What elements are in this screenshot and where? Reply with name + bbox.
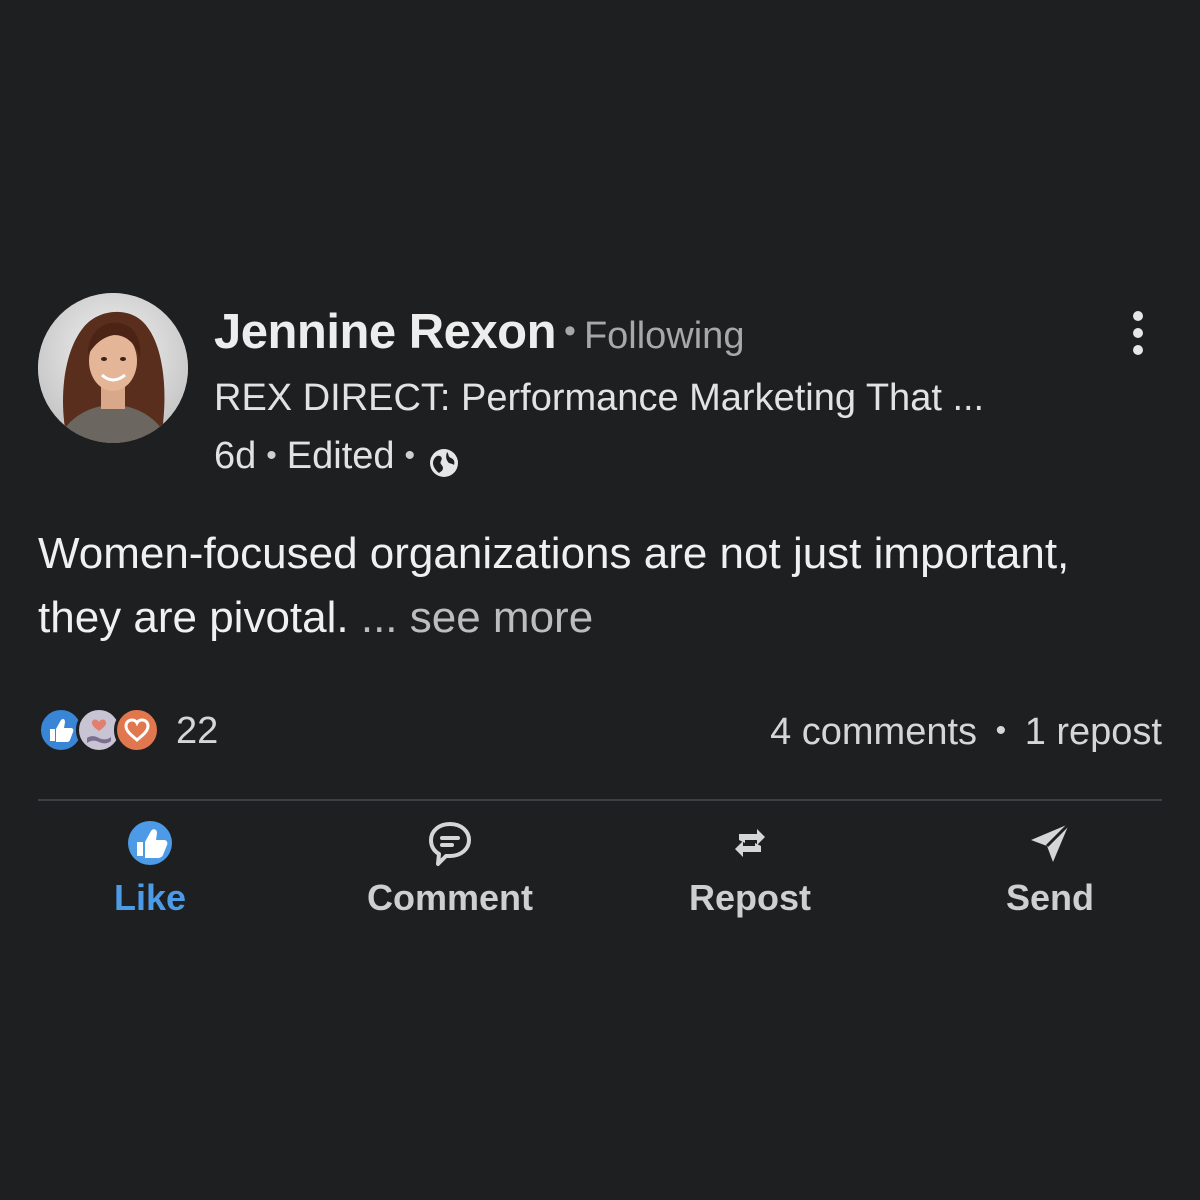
separator-dot: • <box>564 312 576 350</box>
post-meta: 6d • Edited • <box>214 430 461 482</box>
author-name[interactable]: Jennine Rexon <box>214 305 557 359</box>
engagement-stats: 4 comments • 1 repost <box>770 705 1162 758</box>
follow-status: Following <box>583 315 745 357</box>
avatar-photo <box>38 293 188 443</box>
post-body: Women-focused organizations are not just… <box>38 522 1158 650</box>
send-icon <box>1025 818 1075 868</box>
reactions-summary[interactable]: 22 <box>38 705 218 757</box>
separator-dot: • <box>266 439 277 472</box>
repost-label: Repost <box>688 877 811 918</box>
author-name-line: Jennine Rexon • Following <box>214 300 744 375</box>
comment-icon <box>425 818 475 868</box>
reposts-count[interactable]: 1 repost <box>1025 711 1162 753</box>
comment-label: Comment <box>366 877 533 918</box>
like-icon <box>125 818 175 868</box>
repost-icon <box>725 818 775 868</box>
reaction-count: 22 <box>176 709 219 752</box>
comment-button[interactable]: Comment <box>300 818 600 928</box>
author-avatar[interactable] <box>38 293 188 443</box>
more-options-icon[interactable] <box>1118 308 1158 358</box>
love-reaction-icon <box>114 707 160 753</box>
comments-count[interactable]: 4 comments <box>770 711 977 753</box>
see-more-link[interactable]: ... see more <box>361 593 593 642</box>
like-button[interactable]: Like <box>0 818 300 928</box>
separator-dot: • <box>995 714 1007 747</box>
reaction-icons <box>38 705 166 757</box>
send-label: Send <box>1005 877 1094 918</box>
post-age: 6d <box>214 435 257 477</box>
repost-button[interactable]: Repost <box>600 818 900 928</box>
send-button[interactable]: Send <box>900 818 1200 928</box>
globe-icon <box>427 442 461 477</box>
author-headline: REX DIRECT: Performance Marketing That .… <box>214 377 985 419</box>
edited-label: Edited <box>286 435 395 477</box>
divider <box>38 799 1162 801</box>
like-label: Like <box>113 877 187 918</box>
feed-post: Jennine Rexon • Following REX DIRECT: Perf… <box>0 0 1200 1200</box>
separator-dot: • <box>404 439 416 472</box>
